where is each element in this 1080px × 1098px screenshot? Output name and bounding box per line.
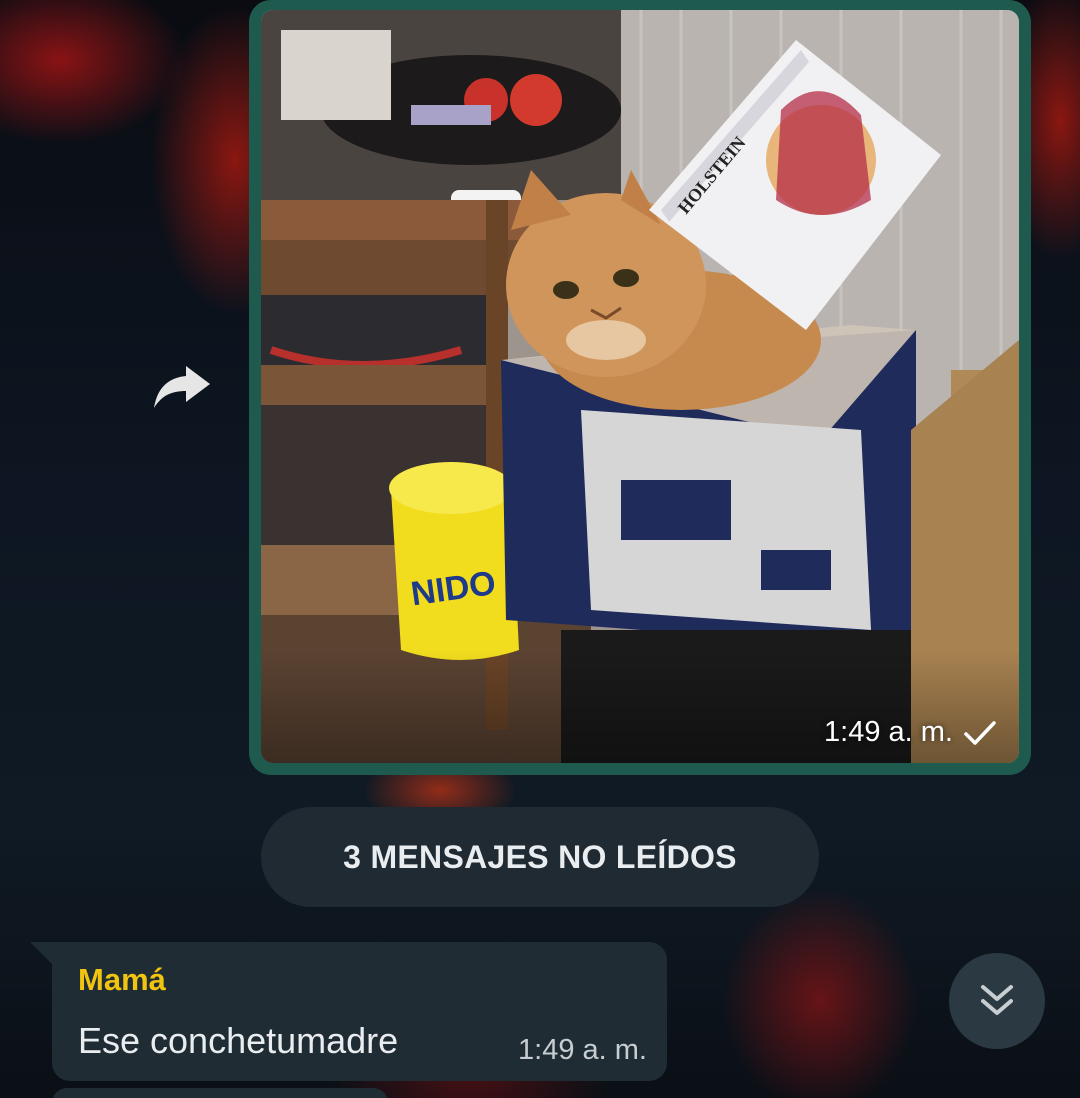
chat-screen: NIDO HOLSTEIN 1:49 a. m. 3 MENSAJES NO L… bbox=[0, 0, 1080, 1098]
forward-arrow-icon bbox=[154, 366, 210, 408]
message-text: Ese conchetumadre bbox=[78, 1020, 399, 1061]
unread-messages-label: 3 MENSAJES NO LEÍDOS bbox=[343, 838, 737, 875]
image-message-bubble[interactable]: NIDO HOLSTEIN 1:49 a. m. bbox=[249, 0, 1031, 775]
incoming-message-bubble[interactable]: Mamá Ese conchetumadre 1:49 a. m. bbox=[30, 942, 667, 1081]
next-message-bubble-partial[interactable] bbox=[52, 1088, 388, 1098]
scroll-to-bottom-button[interactable] bbox=[949, 953, 1045, 1049]
unread-messages-divider: 3 MENSAJES NO LEÍDOS bbox=[261, 807, 819, 907]
image-message-time: 1:49 a. m. bbox=[824, 716, 953, 748]
bubble-tail bbox=[30, 942, 54, 966]
image-message-meta: 1:49 a. m. bbox=[824, 716, 997, 749]
message-time: 1:49 a. m. bbox=[518, 1034, 647, 1066]
forward-button[interactable] bbox=[146, 356, 216, 416]
cat-photo[interactable]: NIDO HOLSTEIN bbox=[261, 10, 1019, 763]
single-check-icon bbox=[964, 720, 996, 745]
sender-name[interactable]: Mamá bbox=[78, 962, 166, 998]
double-chevron-down-icon bbox=[981, 985, 1013, 1015]
